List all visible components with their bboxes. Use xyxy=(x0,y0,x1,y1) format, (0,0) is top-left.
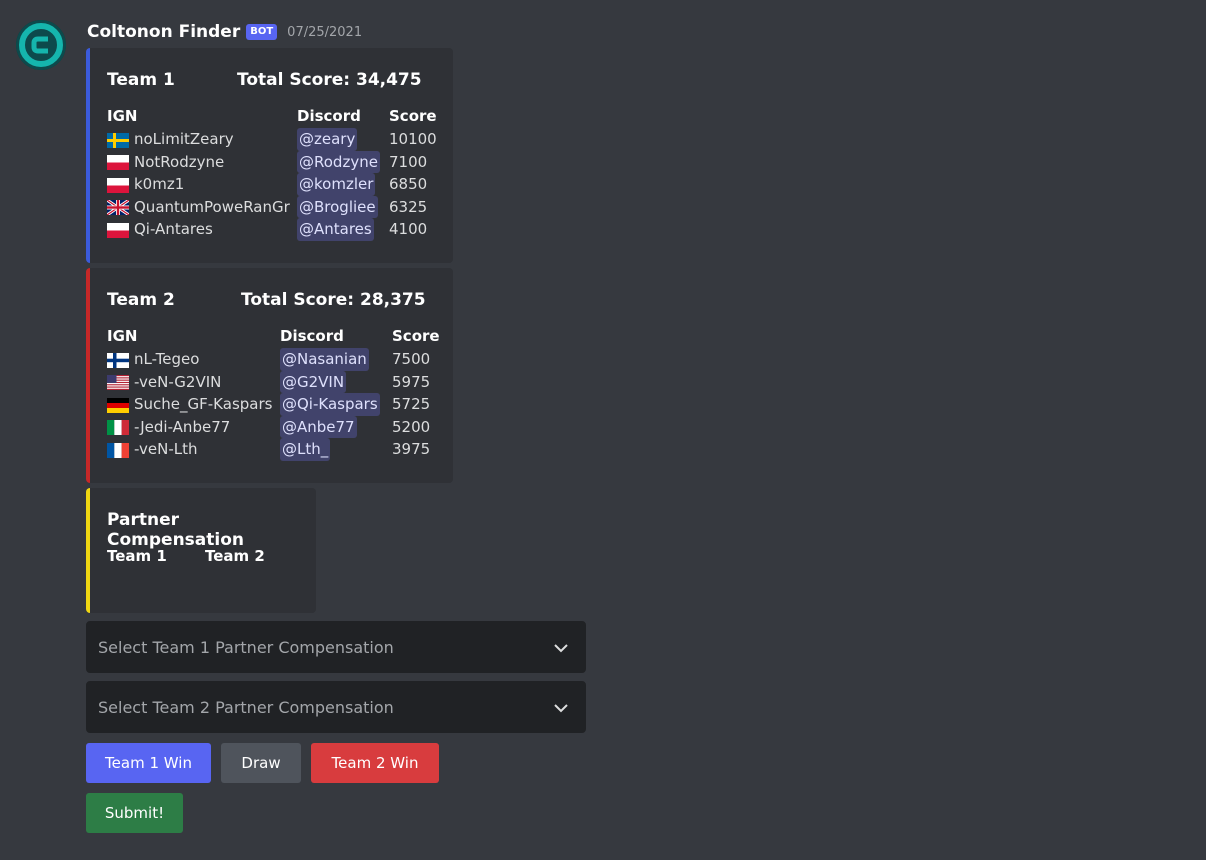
player-ign: QuantumPoweRanGr xyxy=(106,196,290,219)
player-ign-text: nL-Tegeo xyxy=(134,350,200,368)
ign-header: IGN xyxy=(107,327,138,345)
discord-header: Discord xyxy=(297,107,361,125)
player-score: 5725 xyxy=(392,395,431,413)
player-score: 7100 xyxy=(389,152,428,171)
team2-embed: Team 2 Total Score: 28,375 IGN nL-Tegeo … xyxy=(86,268,453,483)
player-score: 7500 xyxy=(392,350,431,368)
ign-header: IGN xyxy=(107,107,138,125)
player-discord-mention[interactable]: @Nasanian xyxy=(280,348,369,371)
player-discord-mention[interactable]: @Brogliee xyxy=(297,195,378,218)
team2-total-score: Total Score: 28,375 xyxy=(241,290,426,310)
poland-flag-icon xyxy=(107,177,129,193)
player-score: 6325 xyxy=(389,197,428,216)
player-ign-text: -Jedi-Anbe77 xyxy=(134,417,231,436)
player-discord-mention[interactable]: @Qi-Kaspars xyxy=(280,393,380,416)
player-discord-mention[interactable]: @Antares xyxy=(297,218,374,241)
player-ign-text: -veN-G2VIN xyxy=(134,372,222,391)
player-score: 5975 xyxy=(392,372,431,391)
player-discord-mention[interactable]: @Lth_ xyxy=(280,438,331,461)
partner-team2-field: Team 2 xyxy=(205,545,265,568)
player-discord-mention[interactable]: @Anbe77 xyxy=(280,415,357,438)
submit-button[interactable]: Submit! xyxy=(86,793,183,833)
italy-flag-icon xyxy=(107,419,129,436)
timestamp[interactable]: 07/25/2021 xyxy=(287,25,362,40)
message-header: Coltonon Finder BOT 07/25/2021 xyxy=(87,21,362,43)
bot-avatar[interactable] xyxy=(16,20,66,70)
player-ign-text: QuantumPoweRanGr xyxy=(134,197,290,216)
sweden-flag-icon xyxy=(107,132,129,148)
finland-flag-icon xyxy=(107,352,129,368)
uk-flag-icon xyxy=(106,199,130,217)
player-score: 10100 xyxy=(389,130,437,148)
team1-score-column: Score 10100 7100 6850 6325 4100 xyxy=(389,105,437,241)
player-ign-text: NotRodzyne xyxy=(134,152,225,171)
player-score: 6850 xyxy=(389,175,428,193)
team2-ign-column: IGN nL-Tegeo -veN-G2VIN Suche_GF-Kaspars -… xyxy=(107,325,272,461)
score-header: Score xyxy=(392,327,440,345)
team1-select-placeholder: Select Team 1 Partner Compensation xyxy=(98,637,394,657)
player-discord-mention[interactable]: @zeary xyxy=(297,128,358,151)
team1-embed: Team 1 Total Score: 34,475 IGN noLimitZe… xyxy=(86,48,453,263)
player-score: 3975 xyxy=(392,440,431,458)
player-ign: -veN-G2VIN xyxy=(107,371,272,394)
player-ign-text: noLimitZeary xyxy=(134,130,234,148)
draw-button[interactable]: Draw xyxy=(221,743,301,783)
partner-compensation-title: Partner Compensation xyxy=(107,510,244,550)
team1-partner-select[interactable]: Select Team 1 Partner Compensation xyxy=(86,621,586,673)
player-ign-text: Suche_GF-Kaspars xyxy=(134,395,273,413)
partner-compensation-embed: Partner Compensation Team 1 Team 2 xyxy=(86,488,316,613)
usa-flag-icon xyxy=(107,374,129,391)
team1-total-score: Total Score: 34,475 xyxy=(237,70,422,90)
poland-flag-icon xyxy=(107,154,129,171)
france-flag-icon xyxy=(107,442,129,458)
discord-header: Discord xyxy=(280,327,344,345)
germany-flag-icon xyxy=(107,397,129,413)
partner-team2-label: Team 2 xyxy=(205,547,265,565)
bot-tag: BOT xyxy=(246,24,278,40)
chevron-down-icon xyxy=(554,704,568,713)
team1-ign-column: IGN noLimitZeary NotRodzyne k0mz1 QuantumP… xyxy=(106,105,290,241)
username[interactable]: Coltonon Finder xyxy=(87,22,240,42)
player-ign: Suche_GF-Kaspars xyxy=(107,393,272,416)
team2-title: Team 2 xyxy=(107,290,175,310)
player-ign-text: Qi-Antares xyxy=(134,220,213,238)
team1-title: Team 1 xyxy=(107,70,175,90)
player-score: 5200 xyxy=(392,417,431,436)
chevron-down-icon xyxy=(554,644,568,653)
team1-win-button[interactable]: Team 1 Win xyxy=(86,743,211,783)
player-ign-text: k0mz1 xyxy=(134,175,185,193)
partner-team1-label: Team 1 xyxy=(107,547,167,565)
team2-score-column: Score 7500 5975 5725 5200 3975 xyxy=(392,325,440,461)
team1-discord-column: Discord @zeary @Rodzyne @komzler @Brogliee @… xyxy=(297,105,380,241)
team2-discord-column: Discord @Nasanian @G2VIN @Qi-Kaspars @Anbe7… xyxy=(280,325,380,461)
team2-select-placeholder: Select Team 2 Partner Compensation xyxy=(98,697,394,717)
poland-flag-icon xyxy=(107,222,129,238)
team2-win-button[interactable]: Team 2 Win xyxy=(311,743,439,783)
player-ign: -Jedi-Anbe77 xyxy=(107,416,272,439)
player-score: 4100 xyxy=(389,220,428,238)
team2-partner-select[interactable]: Select Team 2 Partner Compensation xyxy=(86,681,586,733)
player-discord-mention[interactable]: @komzler xyxy=(297,173,376,196)
player-ign: k0mz1 xyxy=(107,173,290,196)
player-ign: NotRodzyne xyxy=(107,151,290,174)
player-ign: -veN-Lth xyxy=(107,438,272,461)
partner-team1-field: Team 1 xyxy=(107,545,167,568)
player-discord-mention[interactable]: @G2VIN xyxy=(280,370,347,393)
score-header: Score xyxy=(389,107,437,125)
player-ign-text: -veN-Lth xyxy=(134,440,198,458)
player-discord-mention[interactable]: @Rodzyne xyxy=(297,150,380,173)
player-ign: nL-Tegeo xyxy=(107,348,272,371)
coltonon-logo-icon xyxy=(16,20,66,70)
player-ign: noLimitZeary xyxy=(107,128,290,151)
player-ign: Qi-Antares xyxy=(107,218,290,241)
